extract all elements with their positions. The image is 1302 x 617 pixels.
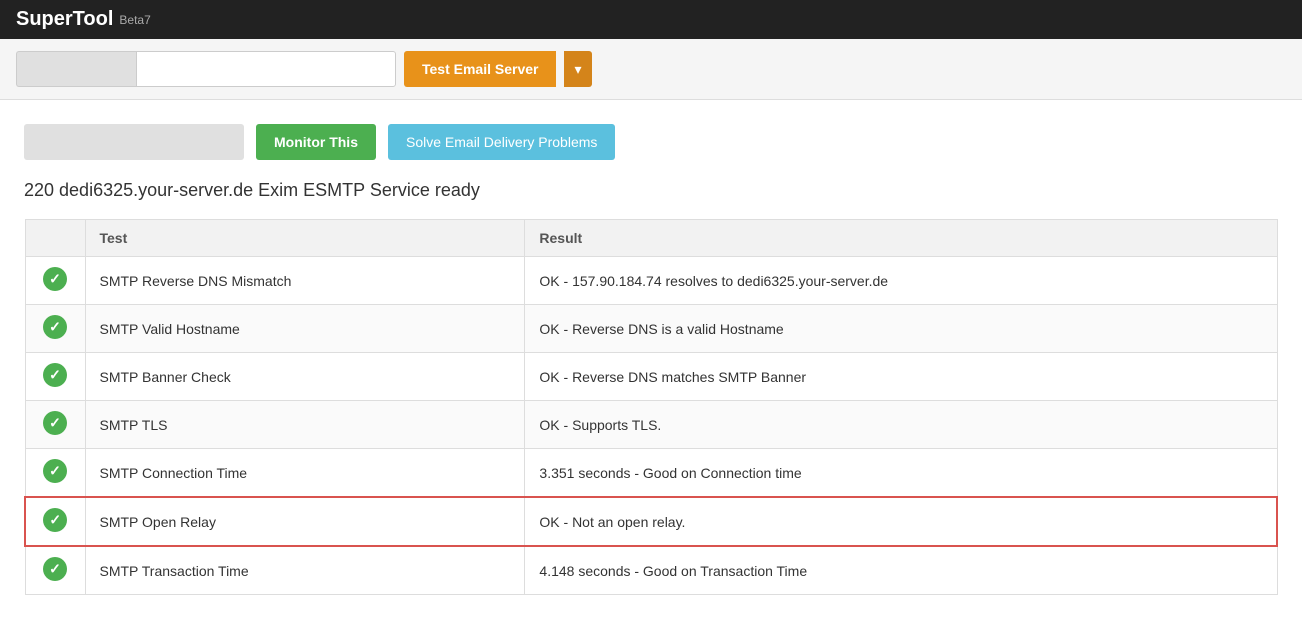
result-cell: 3.351 seconds - Good on Connection time [525, 449, 1277, 498]
col-icon [25, 220, 85, 257]
status-icon-cell [25, 353, 85, 401]
app-beta: Beta7 [119, 13, 150, 27]
check-icon [43, 267, 67, 291]
status-icon-cell [25, 257, 85, 305]
table-row: SMTP TLSOK - Supports TLS. [25, 401, 1277, 449]
check-icon [43, 411, 67, 435]
table-row: SMTP Open RelayOK - Not an open relay. [25, 497, 1277, 546]
status-icon-cell [25, 546, 85, 595]
table-row: SMTP Reverse DNS MismatchOK - 157.90.184… [25, 257, 1277, 305]
result-cell: 4.148 seconds - Good on Transaction Time [525, 546, 1277, 595]
action-bar: Monitor This Solve Email Delivery Proble… [24, 124, 1278, 160]
result-cell: OK - Supports TLS. [525, 401, 1277, 449]
monitor-this-button[interactable]: Monitor This [256, 124, 376, 160]
result-cell: OK - Reverse DNS matches SMTP Banner [525, 353, 1277, 401]
test-email-button[interactable]: Test Email Server [404, 51, 556, 87]
main-content: Monitor This Solve Email Delivery Proble… [0, 100, 1302, 611]
table-row: SMTP Connection Time3.351 seconds - Good… [25, 449, 1277, 498]
check-icon [43, 557, 67, 581]
result-cell: OK - 157.90.184.74 resolves to dedi6325.… [525, 257, 1277, 305]
col-test-header: Test [85, 220, 525, 257]
status-icon-cell [25, 449, 85, 498]
smtp-banner-text: 220 dedi6325.your-server.de Exim ESMTP S… [24, 180, 1278, 201]
header: SuperTool Beta7 [0, 0, 1302, 39]
test-name-cell: SMTP Transaction Time [85, 546, 525, 595]
test-email-dropdown-button[interactable] [564, 51, 591, 87]
test-name-cell: SMTP Valid Hostname [85, 305, 525, 353]
table-row: SMTP Banner CheckOK - Reverse DNS matche… [25, 353, 1277, 401]
server-input-wrapper [16, 51, 396, 87]
status-icon-cell [25, 401, 85, 449]
col-result-header: Result [525, 220, 1277, 257]
solve-delivery-button[interactable]: Solve Email Delivery Problems [388, 124, 615, 160]
test-name-cell: SMTP Open Relay [85, 497, 525, 546]
check-icon [43, 315, 67, 339]
table-header-row: Test Result [25, 220, 1277, 257]
table-row: SMTP Transaction Time4.148 seconds - Goo… [25, 546, 1277, 595]
check-icon [43, 459, 67, 483]
table-row: SMTP Valid HostnameOK - Reverse DNS is a… [25, 305, 1277, 353]
server-input[interactable] [136, 51, 396, 87]
test-name-cell: SMTP Banner Check [85, 353, 525, 401]
server-label-block [16, 51, 136, 87]
status-icon-cell [25, 305, 85, 353]
result-cell: OK - Reverse DNS is a valid Hostname [525, 305, 1277, 353]
test-name-cell: SMTP Connection Time [85, 449, 525, 498]
blurred-info-block [24, 124, 244, 160]
app-title: SuperTool [16, 8, 113, 31]
test-name-cell: SMTP Reverse DNS Mismatch [85, 257, 525, 305]
status-icon-cell [25, 497, 85, 546]
result-cell: OK - Not an open relay. [525, 497, 1277, 546]
test-name-cell: SMTP TLS [85, 401, 525, 449]
toolbar: Test Email Server [0, 39, 1302, 100]
results-table: Test Result SMTP Reverse DNS MismatchOK … [24, 219, 1278, 595]
check-icon [43, 363, 67, 387]
check-icon [43, 508, 67, 532]
